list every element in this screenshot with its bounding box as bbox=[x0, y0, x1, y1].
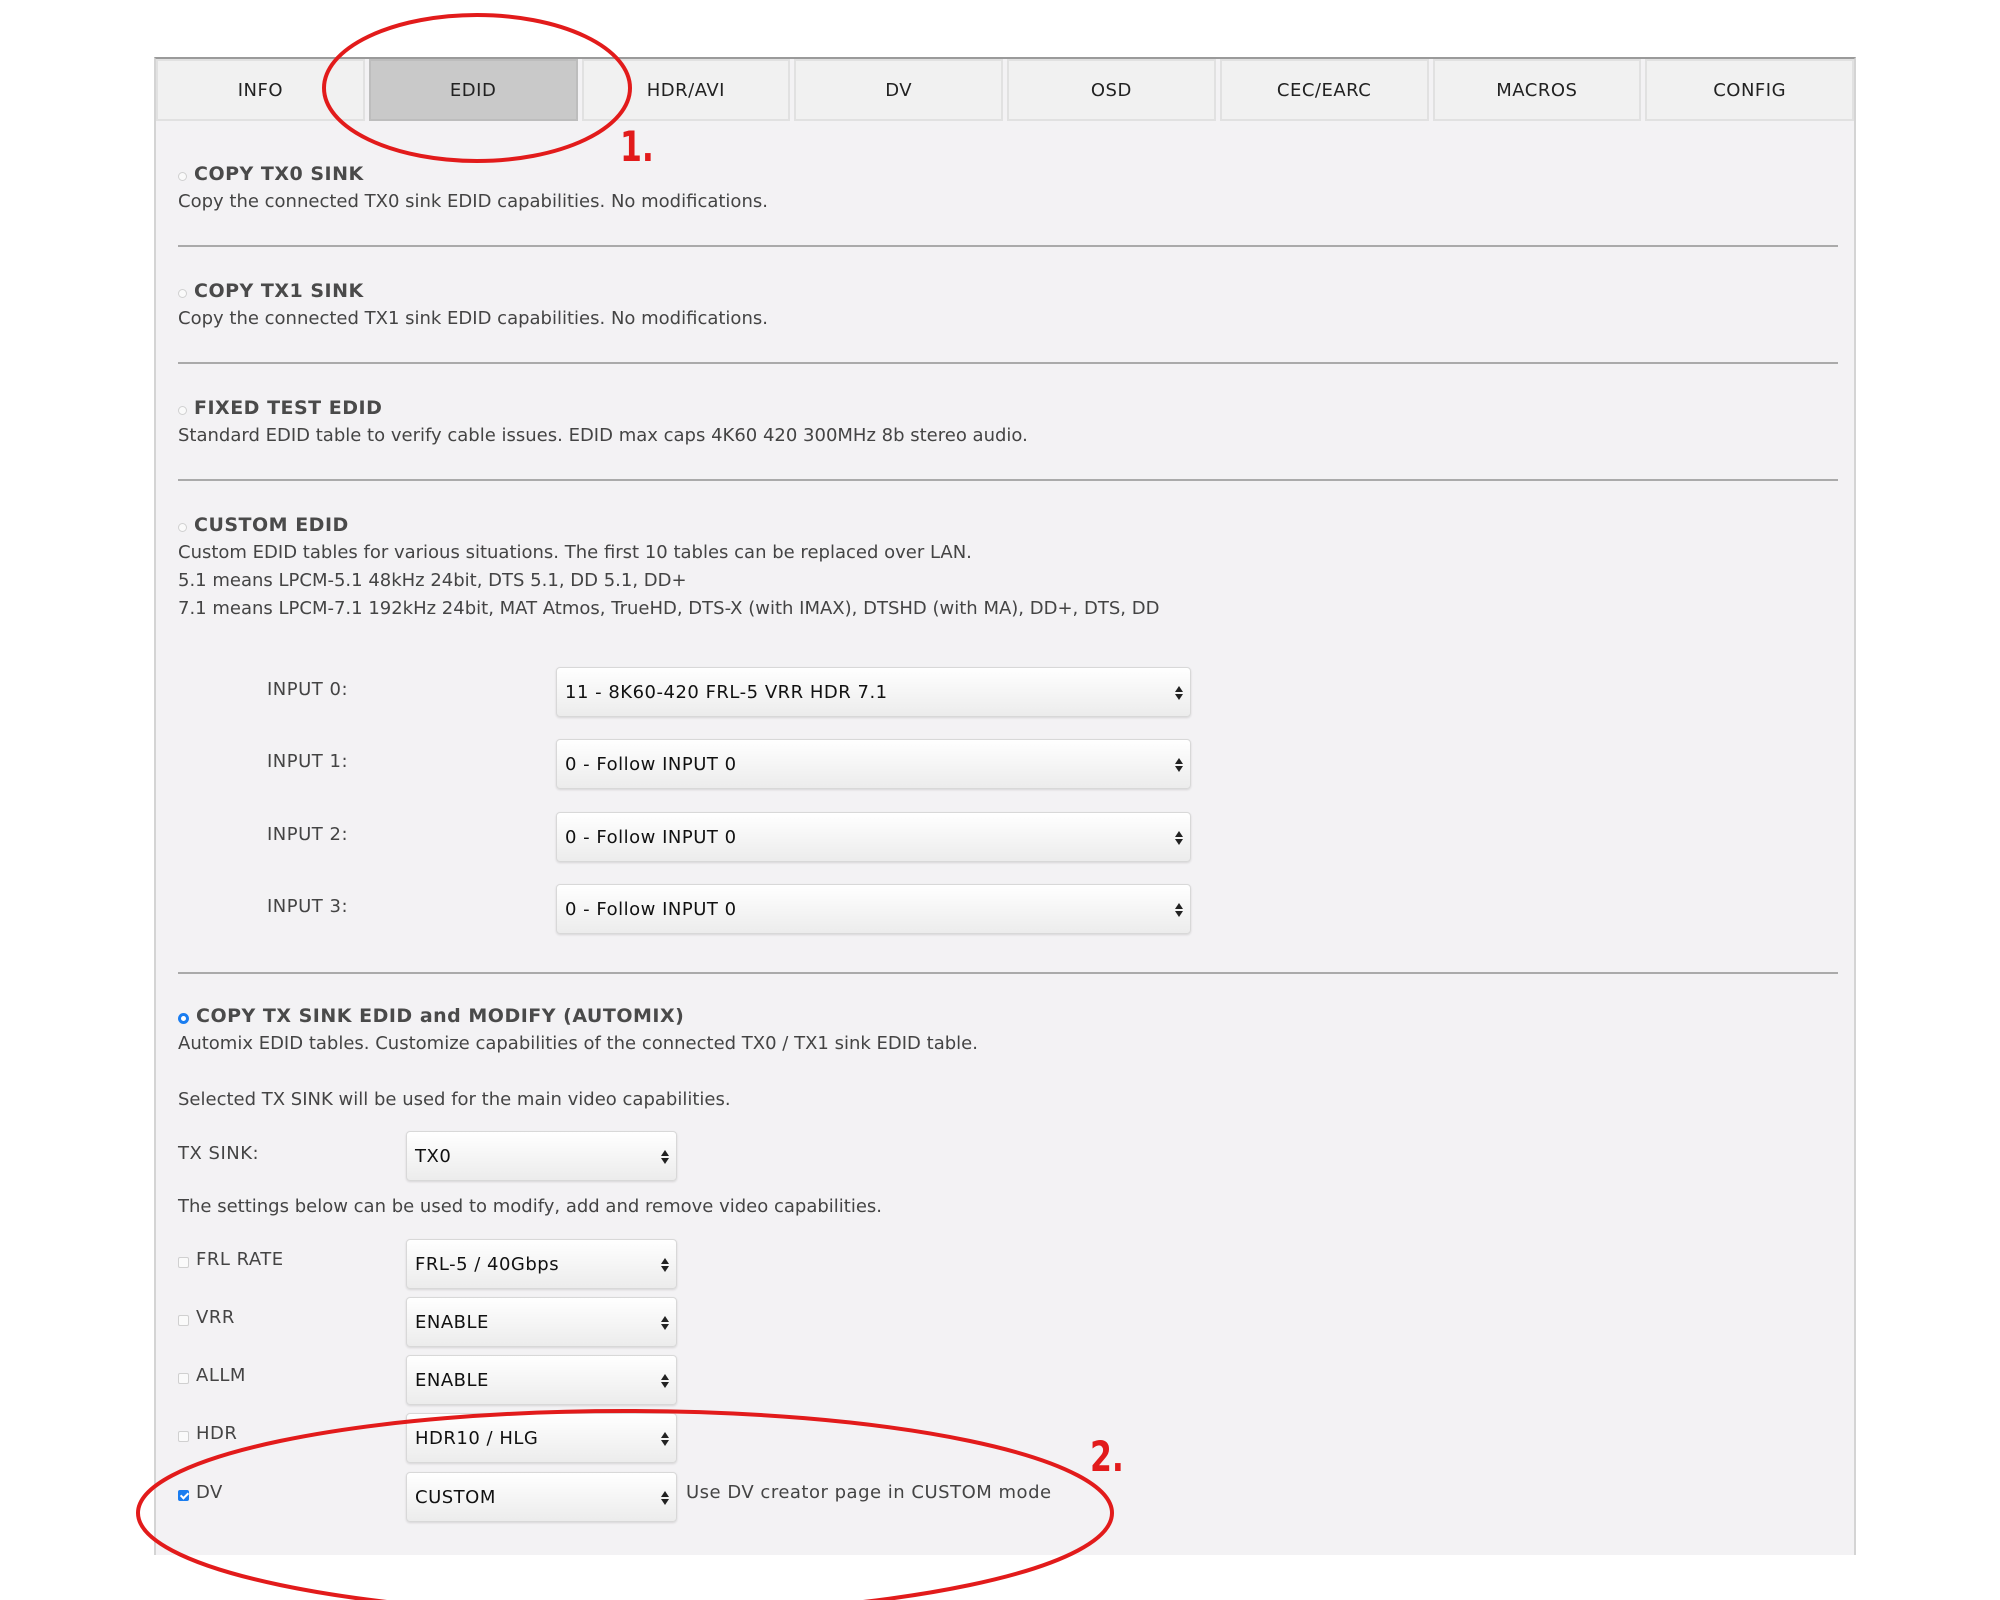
annotation-number-2: 2. bbox=[1090, 1432, 1124, 1481]
annotation-number-1: 1. bbox=[620, 122, 654, 171]
annotation-overlay bbox=[136, 13, 1114, 1600]
annotation-circle-edid-tab bbox=[322, 13, 632, 163]
annotation-circle-dv-option bbox=[136, 1409, 1114, 1600]
